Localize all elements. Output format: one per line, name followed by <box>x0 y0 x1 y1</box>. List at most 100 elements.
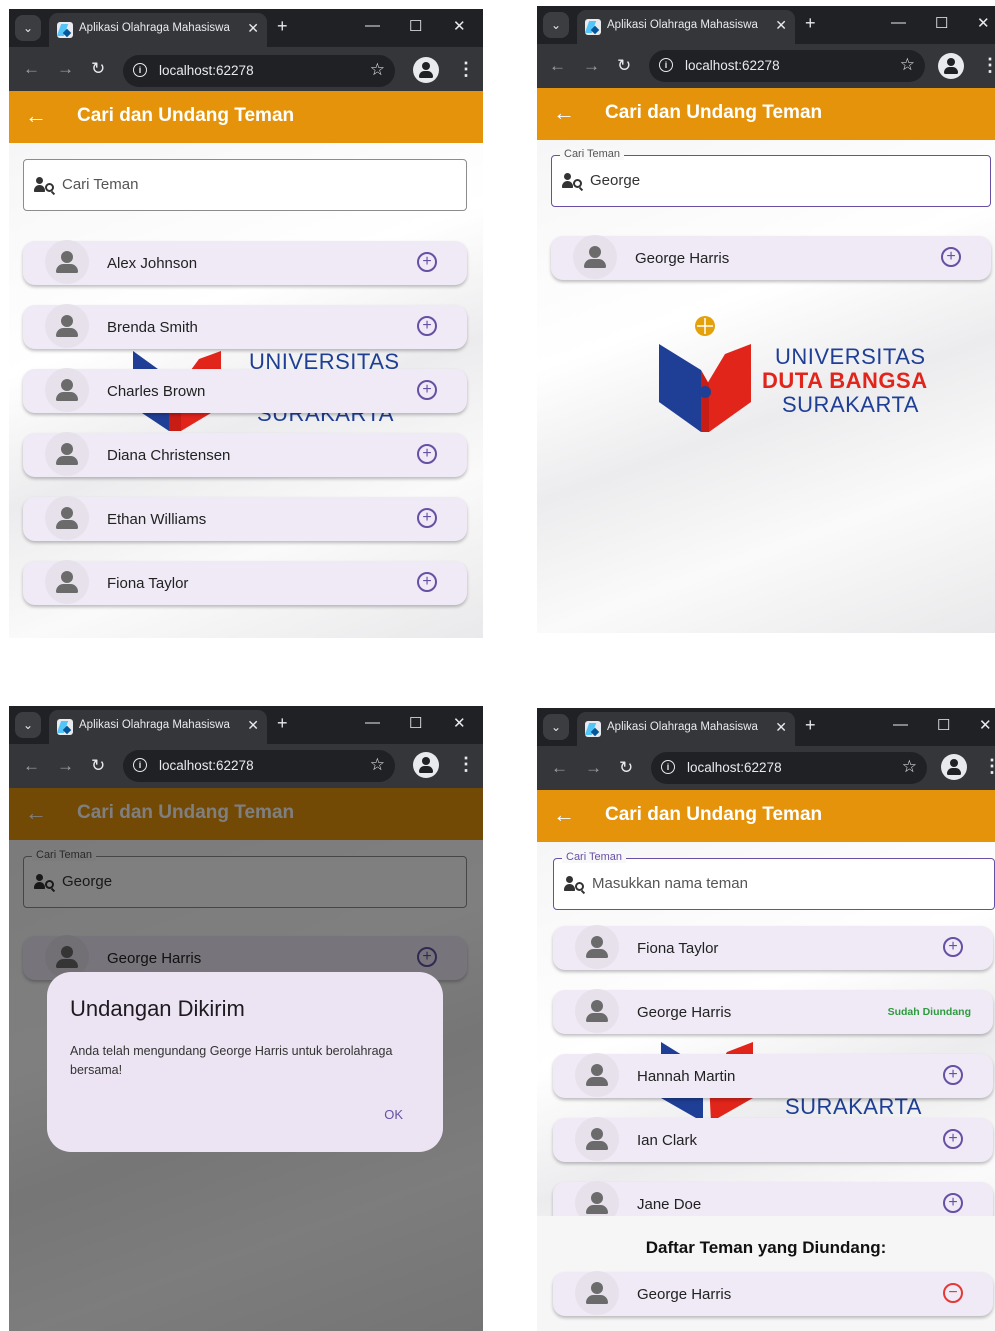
address-bar[interactable]: i localhost:62278 ☆ <box>123 55 395 87</box>
browser-tab[interactable]: Aplikasi Olahraga Mahasiswa ✕ <box>577 712 795 746</box>
add-circle-icon[interactable]: + <box>943 1065 963 1085</box>
search-input[interactable]: Cari Teman <box>23 159 467 211</box>
reload-icon[interactable]: ↻ <box>91 756 105 776</box>
address-bar[interactable]: i localhost:62278 ☆ <box>123 750 395 782</box>
add-circle-icon[interactable]: + <box>943 1129 963 1149</box>
tab-search-button[interactable]: ⌄ <box>543 714 569 740</box>
minimize-icon[interactable]: — <box>891 14 906 31</box>
back-arrow-icon[interactable]: ← <box>553 802 575 828</box>
logo-line-1: UNIVERSITAS <box>775 344 926 369</box>
close-window-icon[interactable]: ✕ <box>453 714 466 732</box>
minimize-icon[interactable]: — <box>365 17 380 34</box>
screen-initial-list: ⌄ Aplikasi Olahraga Mahasiswa ✕ + — ☐ ✕ … <box>9 9 483 638</box>
flutter-icon <box>57 22 73 38</box>
add-circle-icon[interactable]: + <box>417 508 437 528</box>
browser-tab-strip: ⌄ Aplikasi Olahraga Mahasiswa ✕ + — ☐ ✕ <box>9 9 483 47</box>
close-window-icon[interactable]: ✕ <box>453 17 466 35</box>
browser-tab[interactable]: Aplikasi Olahraga Mahasiswa ✕ <box>49 13 267 47</box>
new-tab-button[interactable]: + <box>805 715 816 736</box>
friend-card: George Harris Sudah Diundang <box>553 989 993 1034</box>
menu-kebab-icon[interactable]: ⋮ <box>457 59 475 80</box>
search-input[interactable]: Cari Teman Masukkan nama teman <box>553 851 995 910</box>
close-window-icon[interactable]: ✕ <box>977 14 990 32</box>
search-label: Cari Teman <box>560 148 625 160</box>
browser-tab[interactable]: Aplikasi Olahraga Mahasiswa ✕ <box>577 10 795 44</box>
friend-card: Hannah Martin + <box>553 1053 993 1098</box>
ok-button[interactable]: OK <box>384 1107 403 1122</box>
address-bar[interactable]: i localhost:62278 ☆ <box>651 752 927 784</box>
reload-icon[interactable]: ↻ <box>619 758 633 778</box>
address-url: localhost:62278 <box>685 58 780 73</box>
back-nav-icon[interactable]: ← <box>23 756 40 776</box>
friend-card: Alex Johnson + <box>23 240 467 285</box>
address-bar[interactable]: i localhost:62278 ☆ <box>649 50 925 82</box>
add-circle-icon[interactable]: + <box>417 380 437 400</box>
tab-search-button[interactable]: ⌄ <box>15 15 41 41</box>
star-icon[interactable]: ☆ <box>902 757 917 777</box>
close-icon[interactable]: ✕ <box>247 717 259 734</box>
reload-icon[interactable]: ↻ <box>617 56 631 76</box>
add-circle-icon[interactable]: + <box>943 1193 963 1213</box>
info-icon[interactable]: i <box>133 63 147 77</box>
maximize-icon[interactable]: ☐ <box>937 716 950 734</box>
add-circle-icon[interactable]: + <box>417 316 437 336</box>
add-circle-icon[interactable]: + <box>941 247 961 267</box>
back-nav-icon[interactable]: ← <box>23 59 40 79</box>
avatar <box>45 240 89 284</box>
search-input[interactable]: Cari Teman George <box>551 148 991 207</box>
profile-icon[interactable] <box>941 754 967 780</box>
star-icon[interactable]: ☆ <box>370 755 385 775</box>
maximize-icon[interactable]: ☐ <box>935 14 948 32</box>
info-icon[interactable]: i <box>661 760 675 774</box>
back-arrow-icon[interactable]: ← <box>553 100 575 126</box>
info-icon[interactable]: i <box>133 758 147 772</box>
back-nav-icon[interactable]: ← <box>551 758 568 778</box>
menu-kebab-icon[interactable]: ⋮ <box>457 754 475 775</box>
friend-name: Fiona Taylor <box>107 575 189 592</box>
close-icon[interactable]: ✕ <box>775 17 787 34</box>
reload-icon[interactable]: ↻ <box>91 59 105 79</box>
menu-kebab-icon[interactable]: ⋮ <box>981 55 995 76</box>
tab-title: Aplikasi Olahraga Mahasiswa <box>79 719 230 731</box>
forward-nav-icon[interactable]: → <box>57 756 74 776</box>
close-window-icon[interactable]: ✕ <box>979 716 992 734</box>
back-arrow-icon[interactable]: ← <box>25 103 47 129</box>
star-icon[interactable]: ☆ <box>900 55 915 75</box>
remove-circle-icon[interactable]: − <box>943 1283 963 1303</box>
new-tab-button[interactable]: + <box>277 16 288 37</box>
address-url: localhost:62278 <box>159 63 254 78</box>
person-search-icon <box>34 177 54 195</box>
new-tab-button[interactable]: + <box>277 713 288 734</box>
minimize-icon[interactable]: — <box>893 716 908 733</box>
browser-tab-strip: ⌄ Aplikasi Olahraga Mahasiswa ✕ + — ☐ ✕ <box>537 708 995 746</box>
close-icon[interactable]: ✕ <box>247 20 259 37</box>
forward-nav-icon[interactable]: → <box>585 758 602 778</box>
tab-search-button[interactable]: ⌄ <box>15 712 41 738</box>
minimize-icon[interactable]: — <box>365 714 380 731</box>
friend-card: Charles Brown + <box>23 368 467 413</box>
friend-card: Brenda Smith + <box>23 304 467 349</box>
avatar <box>45 496 89 540</box>
add-circle-icon[interactable]: + <box>943 937 963 957</box>
close-icon[interactable]: ✕ <box>775 719 787 736</box>
friend-name: Ian Clark <box>637 1132 698 1149</box>
profile-icon[interactable] <box>938 53 964 79</box>
maximize-icon[interactable]: ☐ <box>409 714 422 732</box>
browser-tab[interactable]: Aplikasi Olahraga Mahasiswa ✕ <box>49 710 267 744</box>
profile-icon[interactable] <box>413 57 439 83</box>
forward-nav-icon[interactable]: → <box>57 59 74 79</box>
menu-kebab-icon[interactable]: ⋮ <box>983 756 995 777</box>
back-nav-icon[interactable]: ← <box>549 56 566 76</box>
app-bar: ← Cari dan Undang Teman <box>537 88 995 140</box>
add-circle-icon[interactable]: + <box>417 444 437 464</box>
tab-search-button[interactable]: ⌄ <box>543 12 569 38</box>
profile-icon[interactable] <box>413 752 439 778</box>
add-circle-icon[interactable]: + <box>417 252 437 272</box>
new-tab-button[interactable]: + <box>805 13 816 34</box>
search-label: Cari Teman <box>562 851 627 863</box>
forward-nav-icon[interactable]: → <box>583 56 600 76</box>
star-icon[interactable]: ☆ <box>370 60 385 80</box>
maximize-icon[interactable]: ☐ <box>409 17 422 35</box>
add-circle-icon[interactable]: + <box>417 572 437 592</box>
info-icon[interactable]: i <box>659 58 673 72</box>
